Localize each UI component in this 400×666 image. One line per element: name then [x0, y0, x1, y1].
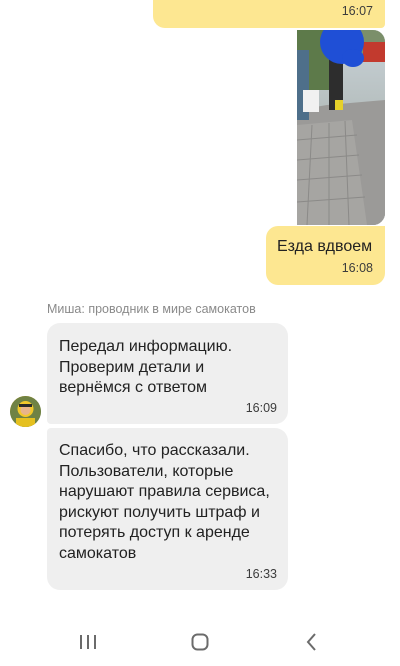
- message-time: 16:08: [341, 261, 373, 275]
- system-navigation-bar: [0, 618, 400, 666]
- back-button[interactable]: [294, 626, 330, 658]
- message-time: 16:33: [245, 567, 277, 581]
- message-bubble-outgoing[interactable]: 16:07: [153, 0, 385, 28]
- message-text-line: потерять доступ к аренде: [59, 524, 250, 541]
- message-text-line: нарушают правила сервиса,: [59, 483, 270, 500]
- message-text-line: Спасибо, что рассказали.: [59, 442, 250, 459]
- recents-button[interactable]: [70, 626, 106, 658]
- avatar-image: [10, 396, 41, 427]
- message-bubble-incoming[interactable]: Спасибо, что рассказали. Пользователи, к…: [47, 428, 288, 590]
- photo-image: [297, 30, 385, 225]
- message-text-line: рискуют получить штраф и: [59, 503, 260, 521]
- message-text-line: Пользователи, которые: [59, 462, 234, 480]
- message-bubble-incoming[interactable]: Передал информацию. Проверим детали и ве…: [47, 323, 288, 424]
- message-text-line: самокатов: [59, 544, 137, 562]
- message-text-line: вернёмся с ответом: [59, 379, 208, 396]
- message-text-line: Передал информацию.: [59, 338, 233, 355]
- recents-icon: [80, 635, 96, 649]
- message-time: 16:07: [341, 4, 373, 18]
- message-time: 16:09: [245, 401, 277, 415]
- sender-name: Миша: проводник в мире самокатов: [47, 302, 256, 316]
- message-text-line: Проверим детали и: [59, 358, 205, 376]
- back-icon: [306, 633, 316, 651]
- message-bubble-outgoing[interactable]: Езда вдвоем 16:08: [266, 226, 385, 285]
- avatar[interactable]: [10, 396, 41, 427]
- home-button[interactable]: [182, 626, 218, 658]
- message-photo[interactable]: [297, 30, 385, 225]
- home-icon: [191, 633, 209, 651]
- message-text: Езда вдвоем: [277, 238, 373, 255]
